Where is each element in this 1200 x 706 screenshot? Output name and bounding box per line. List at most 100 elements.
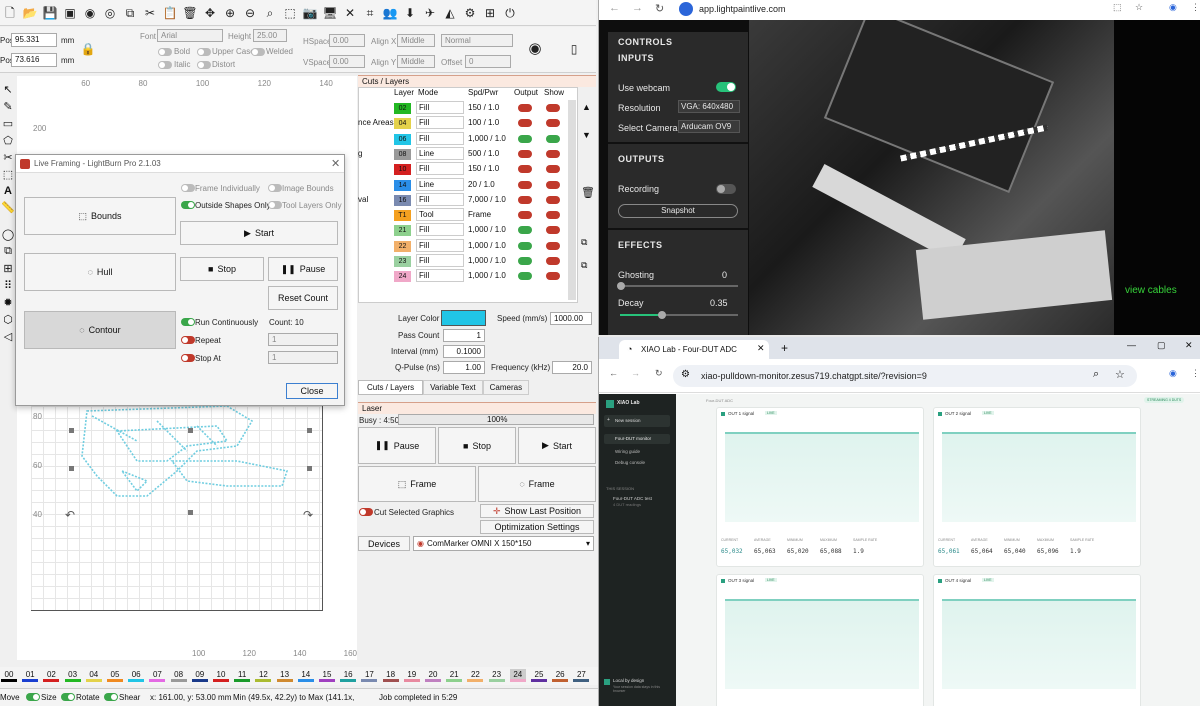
camera-icon[interactable]: 📷 [302, 5, 318, 21]
show-toggle[interactable] [546, 257, 560, 265]
shear-toggle[interactable] [104, 693, 118, 701]
layer-row[interactable]: 23 Fill 1,000 / 1.0 [358, 254, 568, 268]
frame-tool-icon[interactable]: ⬚ [3, 168, 13, 181]
palette-color-02[interactable]: 02 [43, 669, 60, 682]
handle-tl[interactable] [69, 428, 74, 433]
output-toggle[interactable] [518, 119, 532, 128]
layer-mode[interactable]: Fill [416, 131, 464, 145]
nav-wiring-guide[interactable]: Wiring guide [615, 449, 640, 454]
tools-icon[interactable]: ✕ [342, 5, 358, 21]
show-toggle[interactable] [546, 165, 560, 174]
polygon2-tool-icon[interactable]: ⬡ [3, 313, 13, 326]
tool-layers-toggle[interactable] [268, 201, 282, 209]
laser-pause-button[interactable]: ❚❚ Pause [358, 427, 436, 464]
show-toggle[interactable] [546, 272, 560, 281]
new-session-button[interactable]: + New session [604, 415, 670, 427]
use-webcam-toggle[interactable] [716, 82, 736, 92]
welded-toggle[interactable] [251, 48, 265, 56]
pause-button[interactable]: ❚❚ Pause [268, 257, 338, 281]
repeat-input[interactable]: 1 [268, 333, 338, 346]
gear-tool-icon[interactable]: ✹ [3, 296, 12, 309]
export-icon[interactable]: ◎ [102, 5, 118, 21]
layer-row[interactable]: 22 Fill 1,000 / 1.0 [358, 238, 568, 253]
layer-mode[interactable]: Line [416, 177, 464, 191]
handle-tm[interactable] [188, 428, 193, 433]
pos-x-input[interactable]: 95.331 [11, 33, 57, 47]
palette-color-26[interactable]: 26 [552, 669, 569, 682]
zoom-out-icon[interactable]: ⊖ [242, 5, 258, 21]
layer-row[interactable]: val 16 Fill 7,000 / 1.0 [358, 192, 568, 207]
minimize-icon[interactable]: — [1127, 340, 1136, 350]
optimization-settings-button[interactable]: Optimization Settings [480, 520, 594, 534]
cuts-scrollbar[interactable] [568, 100, 576, 300]
palette-color-21[interactable]: 21 [446, 669, 463, 682]
palette-color-19[interactable]: 19 [403, 669, 420, 682]
browser2-tab[interactable]: ◔ XIAO Lab - Four-DUT ADC ✕ [619, 340, 769, 359]
copy-icon[interactable]: ⧉ [122, 5, 138, 21]
palette-color-06[interactable]: 06 [128, 669, 145, 682]
font-select[interactable]: Arial [157, 29, 223, 42]
interval-input[interactable]: 0.1000 [443, 345, 485, 358]
palette-color-03[interactable]: 03 [64, 669, 81, 682]
palette-color-11[interactable]: 11 [234, 669, 251, 682]
italic-toggle[interactable] [158, 61, 172, 69]
profile-icon[interactable]: ◉ [1169, 2, 1177, 13]
menu-icon[interactable]: ⋮ [1191, 2, 1200, 13]
size-toggle[interactable] [26, 693, 40, 701]
output-toggle[interactable] [518, 165, 532, 174]
rect-tool-icon[interactable]: ▭ [3, 117, 13, 130]
zoom-select-icon[interactable]: ⬚ [282, 5, 298, 21]
delete-icon[interactable]: 🗑 [182, 5, 198, 21]
layers-tool-icon[interactable]: ⧉ [4, 245, 12, 258]
output-toggle[interactable] [518, 257, 532, 265]
window-close-icon[interactable]: ✕ [1185, 340, 1193, 351]
session-item[interactable]: Four-DUT ADC test [613, 496, 652, 501]
palette-color-14[interactable]: 14 [297, 669, 314, 682]
stop-at-toggle[interactable] [181, 354, 195, 362]
copy-layer-icon[interactable]: ⧉ [581, 260, 587, 271]
output-toggle[interactable] [518, 226, 532, 235]
palette-color-20[interactable]: 20 [425, 669, 441, 682]
layer-mode[interactable]: Tool [416, 208, 464, 222]
users-icon[interactable]: 👥 [382, 5, 398, 21]
output-toggle[interactable] [518, 272, 532, 281]
reload-icon[interactable]: ↻ [655, 368, 663, 379]
palette-color-22[interactable]: 22 [467, 669, 484, 682]
run-continuously-toggle[interactable] [181, 318, 195, 326]
nudge-tool-icon[interactable]: ◁ [4, 330, 12, 343]
contour-button[interactable]: ◌ Contour [24, 311, 176, 349]
palette-color-25[interactable]: 25 [531, 669, 547, 682]
ghosting-slider[interactable] [617, 282, 738, 290]
layer-row[interactable]: g 08 Line 500 / 1.0 [358, 146, 568, 161]
laser-stop-button[interactable]: ■ Stop [438, 427, 516, 464]
cut-selected-toggle[interactable] [359, 508, 373, 516]
tab-close-icon[interactable]: ✕ [757, 343, 765, 354]
output-toggle[interactable] [518, 211, 532, 220]
stop-at-input[interactable]: 1 [268, 351, 338, 364]
frame-rect-button[interactable]: ⬚ Frame [358, 466, 476, 502]
bounds-button[interactable]: ⬚ Bounds [24, 197, 176, 235]
engraving-artwork[interactable] [77, 401, 307, 511]
recording-toggle[interactable] [716, 184, 736, 194]
polygon-tool-icon[interactable]: ⬠ [3, 134, 13, 147]
monitor-icon[interactable]: 🖥 [322, 5, 338, 21]
layer-row[interactable]: 24 Fill 1,000 / 1.0 [358, 269, 568, 283]
palette-color-24[interactable]: 24 [509, 669, 526, 682]
paste-icon[interactable]: 📋 [162, 5, 178, 21]
frame-round-button[interactable]: ◌ Frame [478, 466, 596, 502]
upper-case-toggle[interactable] [197, 48, 211, 56]
close-button[interactable]: Close [286, 383, 338, 399]
decay-slider[interactable] [620, 311, 738, 319]
offset-input[interactable]: 0 [465, 55, 511, 68]
address-bar[interactable]: ⚙ xiao-pulldown-monitor.zesus719.chatgpt… [673, 365, 1137, 387]
bookmark-icon[interactable]: ☆ [1115, 368, 1125, 381]
distort-toggle[interactable] [197, 61, 211, 69]
show-toggle[interactable] [546, 195, 560, 204]
layer-row[interactable]: T1 Tool Frame [358, 208, 568, 222]
handle-mr[interactable] [307, 466, 312, 471]
cut-icon[interactable]: ✂ [142, 5, 158, 21]
forward-icon[interactable]: → [631, 368, 640, 378]
vspace-input[interactable]: 0.00 [329, 55, 365, 68]
layer-mode[interactable]: Fill [416, 162, 464, 176]
layer-mode[interactable]: Fill [416, 101, 464, 114]
